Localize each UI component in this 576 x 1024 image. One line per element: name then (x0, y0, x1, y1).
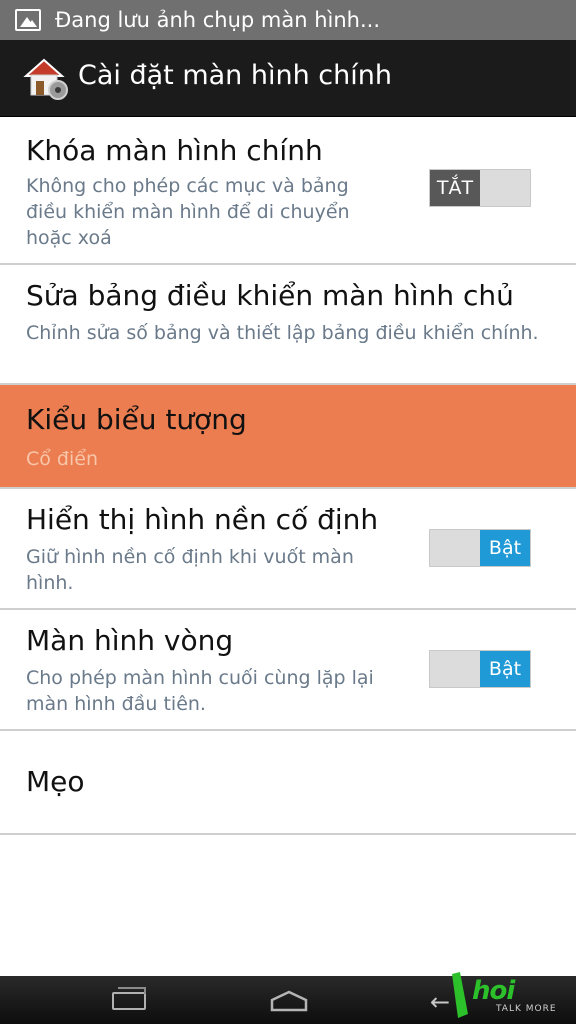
toggle-on-label: Bật (480, 530, 530, 566)
fixed-wallpaper-toggle[interactable]: Bật (429, 529, 531, 567)
action-bar: Cài đặt màn hình chính (0, 40, 576, 117)
toggle-off-label: TẮT (430, 170, 480, 206)
setting-subtitle: Chỉnh sửa số bảng và thiết lập bảng điều… (26, 322, 539, 344)
toggle-track (430, 651, 480, 687)
setting-loop-screens[interactable]: Màn hình vòng Cho phép màn hình cuối cùn… (0, 610, 576, 731)
setting-title: Hiển thị hình nền cố định (26, 503, 379, 536)
phone-icon (452, 972, 468, 1018)
setting-icon-style[interactable]: Kiểu biểu tượng Cổ điển (0, 385, 576, 489)
setting-title: Sửa bảng điều khiển màn hình chủ (26, 279, 514, 312)
setting-title: Khóa màn hình chính (26, 134, 323, 167)
watermark-logo: hoi TALK MORE (446, 970, 572, 1022)
setting-title: Kiểu biểu tượng (26, 403, 247, 436)
setting-subtitle: Cổ điển (26, 448, 99, 470)
setting-tips[interactable]: Mẹo (0, 731, 576, 835)
setting-title: Mẹo (26, 765, 85, 798)
image-icon (15, 9, 41, 31)
setting-title: Màn hình vòng (26, 624, 234, 657)
setting-edit-home-panels[interactable]: Sửa bảng điều khiển màn hình chủ Chỉnh s… (0, 265, 576, 385)
home-icon[interactable] (270, 990, 308, 1012)
setting-subtitle: Giữ hình nền cố định khi vuốt màn hình. (26, 546, 354, 594)
page-title: Cài đặt màn hình chính (78, 60, 392, 91)
toggle-on-label: Bật (480, 651, 530, 687)
setting-lock-home-screen[interactable]: Khóa màn hình chính Không cho phép các m… (0, 117, 576, 265)
toggle-track (480, 170, 530, 206)
lock-toggle[interactable]: TẮT (429, 169, 531, 207)
setting-subtitle: Không cho phép các mục và bảng điều khiể… (26, 175, 350, 249)
watermark-tagline: TALK MORE (496, 1004, 557, 1014)
watermark-text: hoi (472, 976, 515, 1006)
status-notification-text: Đang lưu ảnh chụp màn hình... (55, 8, 381, 32)
setting-subtitle: Cho phép màn hình cuối cùng lặp lại màn … (26, 667, 374, 715)
status-bar: Đang lưu ảnh chụp màn hình... (0, 0, 576, 40)
loop-screens-toggle[interactable]: Bật (429, 650, 531, 688)
setting-fixed-wallpaper[interactable]: Hiển thị hình nền cố định Giữ hình nền c… (0, 489, 576, 610)
toggle-track (430, 530, 480, 566)
home-settings-icon[interactable] (22, 54, 70, 102)
recent-apps-icon[interactable] (112, 987, 146, 1010)
